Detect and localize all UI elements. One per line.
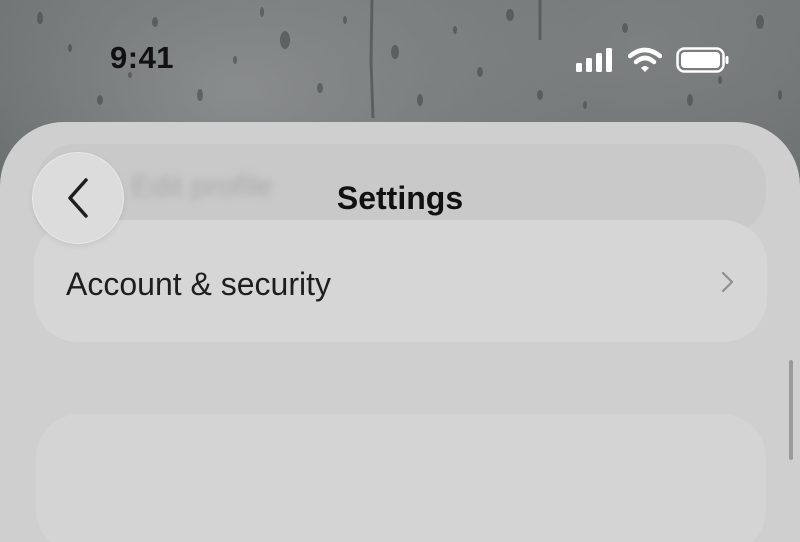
list-item-account-security[interactable]: Account & security — [34, 220, 767, 342]
status-icons — [576, 46, 730, 74]
status-time: 9:41 — [110, 40, 175, 75]
chevron-left-icon — [68, 178, 88, 218]
wifi-icon — [628, 47, 662, 72]
scrollbar[interactable] — [789, 360, 793, 460]
chevron-right-icon — [721, 271, 734, 293]
battery-icon — [676, 47, 729, 73]
back-button[interactable] — [32, 152, 124, 244]
list-section-card[interactable] — [36, 414, 766, 542]
list-item-label: Account & security — [66, 266, 331, 302]
cellular-signal-icon — [576, 48, 612, 72]
settings-sheet: Edit profile Account & security Settings — [0, 122, 800, 542]
